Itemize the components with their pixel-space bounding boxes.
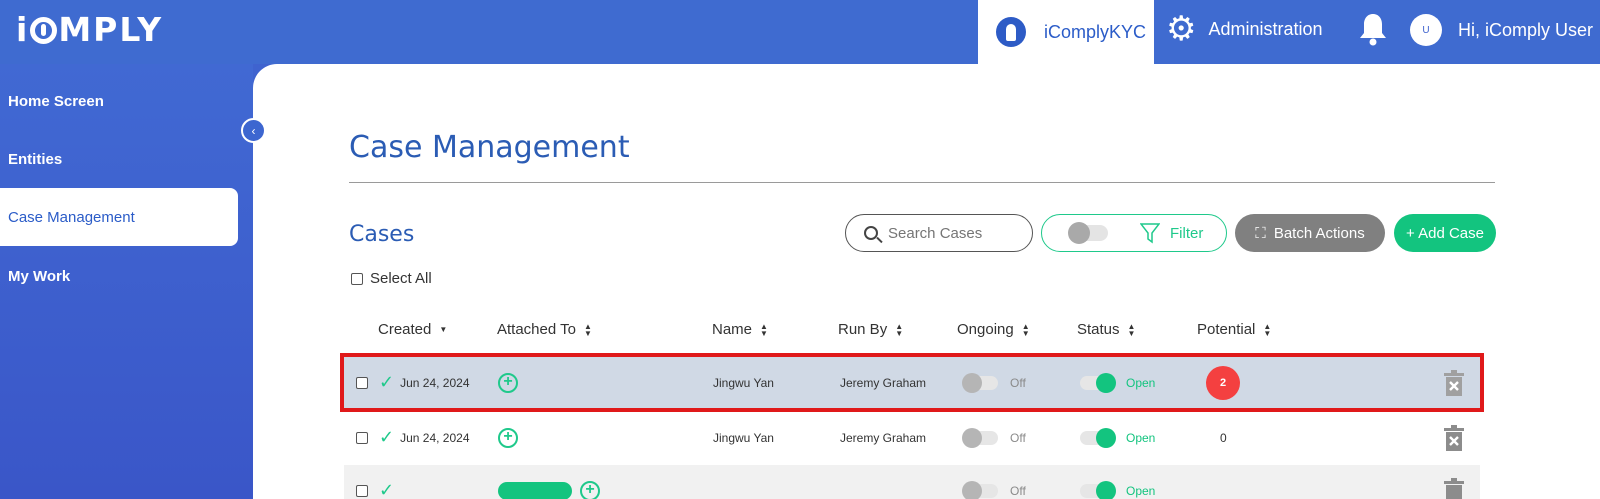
attach-plus-icon[interactable]: + bbox=[498, 427, 518, 448]
column-header-label: Status bbox=[1077, 321, 1120, 338]
column-header-potential[interactable]: Potential ▲ ▼ bbox=[1197, 321, 1271, 338]
avatar: U bbox=[1410, 14, 1442, 46]
search-icon bbox=[864, 226, 878, 240]
app-logo[interactable]: i MPLY bbox=[16, 10, 163, 49]
ongoing-label: Off bbox=[1010, 375, 1026, 390]
row-checkbox[interactable] bbox=[356, 376, 368, 389]
sort-icon: ▲ ▼ bbox=[583, 321, 592, 338]
status-label: Open bbox=[1126, 483, 1156, 498]
collapse-sidebar-button[interactable]: ‹ bbox=[241, 118, 266, 143]
main-content: Case Management Cases Filter ⛶ Batch Act… bbox=[253, 64, 1600, 499]
attach-plus-icon[interactable]: + bbox=[580, 480, 600, 499]
attached-entity-pill[interactable] bbox=[498, 481, 572, 499]
potential-badge[interactable]: 2 bbox=[1206, 365, 1240, 400]
sort-icon: ▲ ▼ bbox=[760, 321, 768, 338]
sidebar-item-my-work[interactable]: My Work bbox=[0, 247, 238, 305]
created-date: Jun 24, 2024 bbox=[400, 375, 470, 390]
select-all-label: Select All bbox=[370, 270, 432, 287]
column-header-label: Run By bbox=[838, 321, 888, 338]
row-checkbox[interactable] bbox=[356, 431, 368, 444]
batch-actions-button[interactable]: ⛶ Batch Actions bbox=[1235, 214, 1385, 252]
logo-o-glyph bbox=[30, 17, 58, 44]
column-header-attached-to[interactable]: Attached To ▲ ▼ bbox=[497, 321, 592, 338]
column-header-status[interactable]: Status ▲ ▼ bbox=[1077, 321, 1135, 338]
sort-down-icon: ▼ bbox=[439, 325, 448, 334]
verified-check-icon: ✓ bbox=[379, 427, 395, 447]
top-bar: i MPLY iComplyKYC ⚙ Administration U Hi, … bbox=[0, 0, 1600, 64]
search-input[interactable] bbox=[888, 224, 1008, 242]
batch-actions-label: Batch Actions bbox=[1273, 224, 1365, 242]
hierarchy-icon: ⛶ bbox=[1255, 224, 1266, 242]
verified-check-icon: ✓ bbox=[379, 480, 395, 499]
column-header-run-by[interactable]: Run By ▲ ▼ bbox=[838, 321, 903, 338]
sort-icon: ▲ ▼ bbox=[1263, 321, 1272, 338]
kyc-icon bbox=[996, 17, 1026, 47]
created-date: Jun 24, 2024 bbox=[400, 430, 470, 445]
filter-label: Filter bbox=[1170, 224, 1204, 242]
status-toggle[interactable] bbox=[1080, 372, 1116, 393]
page-title: Case Management bbox=[349, 130, 630, 165]
column-header-label: Potential bbox=[1197, 321, 1256, 338]
column-header-name[interactable]: Name ▲ ▼ bbox=[712, 321, 768, 338]
trash-icon[interactable] bbox=[1443, 424, 1465, 451]
sort-icon: ▲ ▼ bbox=[895, 321, 904, 338]
run-by: Jeremy Graham bbox=[840, 375, 927, 390]
user-greeting: Hi, iComply User bbox=[1458, 19, 1594, 40]
case-name: Jingwu Yan bbox=[713, 375, 774, 390]
table-row[interactable]: ✓ + Off Open bbox=[344, 465, 1480, 499]
run-by: Jeremy Graham bbox=[840, 430, 927, 445]
filter-toggle[interactable] bbox=[1068, 222, 1108, 244]
sidebar: Home Screen Entities Case Management My … bbox=[0, 64, 253, 499]
chevron-left-icon: ‹ bbox=[251, 123, 256, 138]
user-menu[interactable]: U Hi, iComply User bbox=[1410, 14, 1593, 46]
ongoing-toggle[interactable] bbox=[962, 427, 998, 448]
potential-count: 0 bbox=[1220, 430, 1227, 445]
column-header-label: Created bbox=[378, 321, 432, 338]
trash-icon[interactable] bbox=[1443, 477, 1465, 499]
bell-icon[interactable] bbox=[1358, 12, 1388, 46]
column-header-label: Ongoing bbox=[957, 321, 1014, 338]
ongoing-label: Off bbox=[1010, 430, 1026, 445]
sidebar-item-home-screen[interactable]: Home Screen bbox=[0, 72, 238, 130]
status-toggle[interactable] bbox=[1080, 427, 1116, 448]
ongoing-toggle[interactable] bbox=[962, 480, 998, 499]
column-header-label: Name bbox=[712, 321, 753, 338]
status-label: Open bbox=[1126, 430, 1156, 445]
add-case-button[interactable]: + Add Case bbox=[1394, 214, 1496, 252]
ongoing-label: Off bbox=[1010, 483, 1026, 498]
trash-icon[interactable] bbox=[1443, 369, 1465, 396]
ongoing-toggle[interactable] bbox=[962, 372, 998, 393]
funnel-icon bbox=[1140, 223, 1160, 244]
sidebar-item-case-management[interactable]: Case Management bbox=[0, 188, 238, 246]
sidebar-item-entities[interactable]: Entities bbox=[0, 130, 238, 188]
table-row[interactable]: ✓ Jun 24, 2024 + Jingwu Yan Jeremy Graham… bbox=[344, 412, 1480, 463]
table-row[interactable]: ✓ Jun 24, 2024 + Jingwu Yan Jeremy Graham… bbox=[340, 353, 1484, 412]
row-checkbox[interactable] bbox=[356, 484, 368, 497]
administration-link[interactable]: ⚙ Administration bbox=[1166, 0, 1323, 58]
select-all-checkbox[interactable] bbox=[351, 272, 363, 285]
administration-label: Administration bbox=[1208, 18, 1323, 39]
attach-plus-icon[interactable]: + bbox=[498, 372, 518, 393]
gear-icon: ⚙ bbox=[1166, 10, 1197, 48]
verified-check-icon: ✓ bbox=[379, 372, 395, 392]
filter-button[interactable]: Filter bbox=[1041, 214, 1227, 252]
search-box[interactable] bbox=[845, 214, 1033, 252]
tab-icomplykyc-label: iComplyKYC bbox=[1044, 21, 1147, 42]
sort-icon: ▲ ▼ bbox=[1127, 321, 1136, 338]
sort-icon: ▲ ▼ bbox=[1021, 321, 1030, 338]
column-header-created[interactable]: Created ▼ bbox=[378, 321, 447, 338]
case-name: Jingwu Yan bbox=[713, 430, 774, 445]
column-header-label: Attached To bbox=[497, 321, 576, 338]
status-toggle[interactable] bbox=[1080, 480, 1116, 499]
column-header-ongoing[interactable]: Ongoing ▲ ▼ bbox=[957, 321, 1030, 338]
status-label: Open bbox=[1126, 375, 1156, 390]
tab-icomplykyc[interactable]: iComplyKYC bbox=[978, 0, 1154, 64]
divider bbox=[349, 182, 1495, 183]
section-title: Cases bbox=[349, 222, 415, 247]
select-all[interactable]: Select All bbox=[351, 270, 432, 287]
